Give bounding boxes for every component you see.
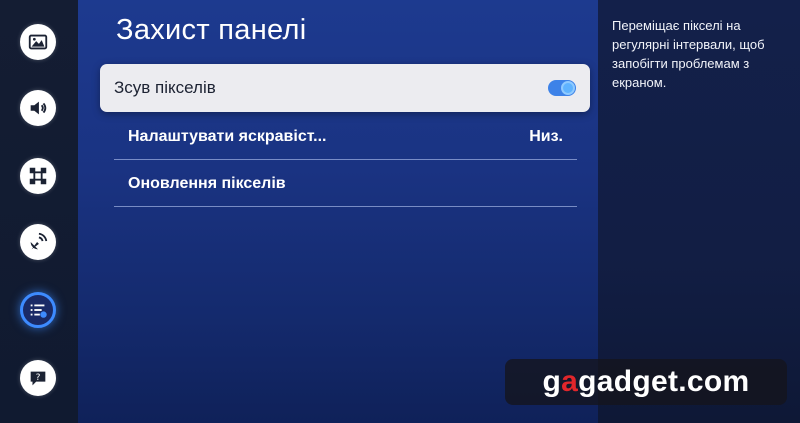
general-settings-icon: [30, 304, 47, 318]
menu-item-label: Зсув пікселів: [114, 78, 216, 97]
picture-icon: [28, 34, 48, 50]
menu-item-value: Низ.: [529, 127, 563, 145]
menu-item-pixel-refresh[interactable]: Оновлення пікселів: [114, 161, 577, 207]
svg-text:?: ?: [36, 372, 41, 383]
sidebar-item-broadcast[interactable]: [20, 224, 56, 260]
pixel-shift-toggle[interactable]: [548, 80, 576, 96]
sound-icon: [30, 101, 47, 115]
sidebar-item-connection[interactable]: [20, 158, 56, 194]
page-title: Захист панелі: [116, 14, 307, 46]
sidebar-item-sound[interactable]: [20, 90, 56, 126]
sidebar: ?: [0, 0, 78, 423]
toggle-knob: [561, 81, 575, 95]
sidebar-item-picture[interactable]: [20, 24, 56, 60]
menu-item-brightness[interactable]: Налаштувати яскравіст... Низ.: [114, 114, 577, 160]
watermark-part: g: [578, 365, 597, 398]
sidebar-item-general[interactable]: [20, 292, 56, 328]
watermark-part: g: [542, 365, 562, 398]
broadcast-icon: [30, 232, 48, 250]
menu-item-pixel-shift[interactable]: Зсув пікселів: [100, 64, 590, 112]
description-text: Переміщає пікселі на регулярні інтервали…: [612, 18, 765, 90]
watermark: g a g adget.com: [505, 359, 787, 405]
sidebar-item-support[interactable]: ?: [20, 360, 56, 396]
support-icon: ?: [30, 371, 46, 386]
menu-item-label: Оновлення пікселів: [128, 174, 286, 192]
watermark-part: adget.com: [596, 365, 750, 398]
menu-item-label: Налаштувати яскравіст...: [128, 127, 327, 145]
connection-icon: [29, 167, 47, 185]
watermark-part-red: a: [561, 365, 579, 398]
